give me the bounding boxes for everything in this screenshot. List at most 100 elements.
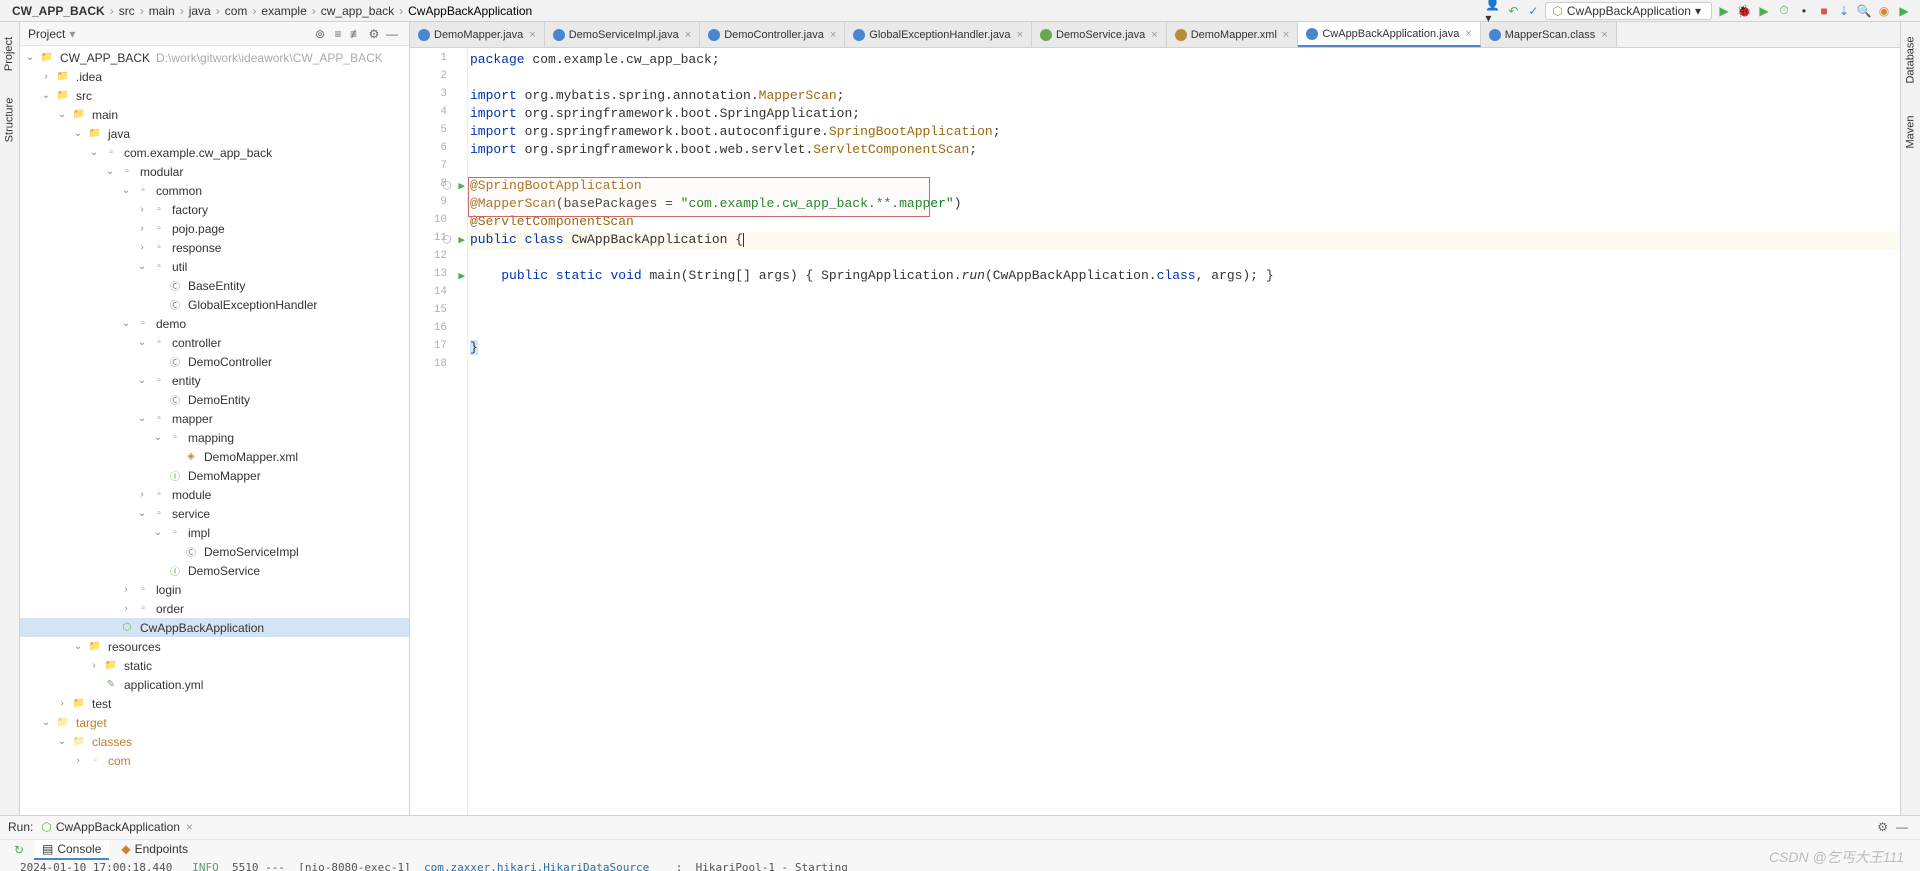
- editor-tab-demomapper-xml[interactable]: DemoMapper.xml×: [1167, 22, 1299, 47]
- chevron-down-icon[interactable]: ⌄: [120, 185, 132, 196]
- editor-tab-demoserviceimpl-java[interactable]: DemoServiceImpl.java×: [545, 22, 700, 47]
- dot-icon[interactable]: •: [1796, 3, 1812, 19]
- chevron-down-icon[interactable]: ⌄: [56, 736, 68, 747]
- tree-row-demomapper-xml[interactable]: ◈DemoMapper.xml: [20, 447, 409, 466]
- close-tab-icon[interactable]: ×: [1015, 29, 1023, 41]
- tree-row-entity[interactable]: ⌄▫entity: [20, 371, 409, 390]
- chevron-down-icon[interactable]: ⌄: [24, 52, 36, 63]
- tree-row-factory[interactable]: ›▫factory: [20, 200, 409, 219]
- tree-row-com-example-cw-app-back[interactable]: ⌄▫com.example.cw_app_back: [20, 143, 409, 162]
- close-tab-icon[interactable]: ×: [1281, 29, 1289, 41]
- chevron-right-icon[interactable]: ›: [88, 660, 100, 671]
- dropdown-icon[interactable]: ▾: [65, 27, 75, 41]
- tree-row-util[interactable]: ⌄▫util: [20, 257, 409, 276]
- editor-tab-globalexceptionhandler-java[interactable]: GlobalExceptionHandler.java×: [845, 22, 1032, 47]
- tree-row-mapper[interactable]: ⌄▫mapper: [20, 409, 409, 428]
- tree-row-demoserviceimpl[interactable]: ⒸDemoServiceImpl: [20, 542, 409, 561]
- run-class-icon[interactable]: ⬡ ▶: [442, 233, 465, 247]
- crumb-6[interactable]: cw_app_back: [317, 4, 398, 18]
- tree-row-demoservice[interactable]: ⒾDemoService: [20, 561, 409, 580]
- crumb-0[interactable]: CW_APP_BACK: [8, 4, 109, 18]
- tree-row-main[interactable]: ⌄📁main: [20, 105, 409, 124]
- editor-tab-demomapper-java[interactable]: DemoMapper.java×: [410, 22, 545, 47]
- chevron-right-icon[interactable]: ›: [136, 489, 148, 500]
- close-tab-icon[interactable]: ×: [1599, 29, 1607, 41]
- close-tab-icon[interactable]: ×: [527, 29, 535, 41]
- editor-tab-cwappbackapplication-java[interactable]: CwAppBackApplication.java×: [1298, 22, 1480, 47]
- chevron-down-icon[interactable]: ⌄: [152, 432, 164, 443]
- run-class-icon[interactable]: ⬡ ▶: [442, 179, 465, 193]
- editor-tab-mapperscan-class[interactable]: MapperScan.class×: [1481, 22, 1617, 47]
- tool-database[interactable]: Database: [1905, 36, 1917, 83]
- search-icon[interactable]: 🔍: [1856, 3, 1872, 19]
- tree-row-common[interactable]: ⌄▫common: [20, 181, 409, 200]
- chevron-down-icon[interactable]: ⌄: [136, 413, 148, 424]
- tree-row-demomapper[interactable]: ⒾDemoMapper: [20, 466, 409, 485]
- chevron-right-icon[interactable]: ›: [136, 223, 148, 234]
- crumb-4[interactable]: com: [221, 4, 252, 18]
- tree-row-test[interactable]: ›📁test: [20, 694, 409, 713]
- run-icon[interactable]: ▶: [1716, 3, 1732, 19]
- tree-row-democontroller[interactable]: ⒸDemoController: [20, 352, 409, 371]
- close-tab-icon[interactable]: ×: [828, 29, 836, 41]
- debug-icon[interactable]: 🐞: [1736, 3, 1752, 19]
- stop-icon[interactable]: ■: [1816, 3, 1832, 19]
- refresh-icon[interactable]: ◉: [1876, 3, 1892, 19]
- chevron-down-icon[interactable]: ⌄: [136, 261, 148, 272]
- editor-tab-demoservice-java[interactable]: DemoService.java×: [1032, 22, 1167, 47]
- chevron-right-icon[interactable]: ›: [40, 71, 52, 82]
- chevron-down-icon[interactable]: ⌄: [72, 128, 84, 139]
- tree-row-mapping[interactable]: ⌄▫mapping: [20, 428, 409, 447]
- tool-project[interactable]: Project: [4, 37, 16, 71]
- tree-row-target[interactable]: ⌄📁target: [20, 713, 409, 732]
- tree-row-static[interactable]: ›📁static: [20, 656, 409, 675]
- crumb-3[interactable]: java: [185, 4, 215, 18]
- tree-row-service[interactable]: ⌄▫service: [20, 504, 409, 523]
- code-area[interactable]: package com.example.cw_app_back;import o…: [468, 48, 1900, 815]
- tree-row-impl[interactable]: ⌄▫impl: [20, 523, 409, 542]
- expand-icon[interactable]: ≡: [329, 25, 347, 43]
- tree-row-cwappbackapplication[interactable]: ⬡CwAppBackApplication: [20, 618, 409, 637]
- tool-maven[interactable]: Maven: [1905, 115, 1917, 148]
- run-config-selector[interactable]: ⬡ CwAppBackApplication ▾: [1545, 2, 1712, 20]
- chevron-down-icon[interactable]: ⌄: [40, 90, 52, 101]
- tree-row-classes[interactable]: ⌄📁classes: [20, 732, 409, 751]
- close-tab-icon[interactable]: ×: [1463, 28, 1471, 40]
- tab-console[interactable]: ▤ Console: [34, 840, 109, 860]
- tree-row-demo[interactable]: ⌄▫demo: [20, 314, 409, 333]
- close-tab-icon[interactable]: ×: [1149, 29, 1157, 41]
- tab-endpoints[interactable]: ◆ Endpoints: [113, 840, 196, 860]
- chevron-down-icon[interactable]: ⌄: [56, 109, 68, 120]
- tree-row-resources[interactable]: ⌄📁resources: [20, 637, 409, 656]
- gear-icon[interactable]: ⚙: [365, 25, 383, 43]
- crumb-7[interactable]: CwAppBackApplication: [404, 4, 536, 18]
- tree-row-pojo-page[interactable]: ›▫pojo.page: [20, 219, 409, 238]
- chevron-down-icon[interactable]: ⌄: [72, 641, 84, 652]
- check-icon[interactable]: ✓: [1525, 3, 1541, 19]
- tree-row-java[interactable]: ⌄📁java: [20, 124, 409, 143]
- tree-row-order[interactable]: ›▫order: [20, 599, 409, 618]
- coverage-icon[interactable]: ▶: [1756, 3, 1772, 19]
- close-tab-icon[interactable]: ×: [683, 29, 691, 41]
- tool-structure[interactable]: Structure: [4, 98, 16, 143]
- editor-tab-democontroller-java[interactable]: DemoController.java×: [700, 22, 845, 47]
- chevron-down-icon[interactable]: ⌄: [40, 717, 52, 728]
- hide-icon[interactable]: —: [383, 25, 401, 43]
- rerun-icon[interactable]: ↻: [14, 843, 24, 857]
- tree-row-login[interactable]: ›▫login: [20, 580, 409, 599]
- tree-row-src[interactable]: ⌄📁src: [20, 86, 409, 105]
- tree-row-application-yml[interactable]: ✎application.yml: [20, 675, 409, 694]
- chevron-down-icon[interactable]: ⌄: [120, 318, 132, 329]
- tree-row--idea[interactable]: ›📁.idea: [20, 67, 409, 86]
- vcs-icon[interactable]: ⇣: [1836, 3, 1852, 19]
- chevron-right-icon[interactable]: ›: [120, 584, 132, 595]
- console-output[interactable]: 2024-01-10 17:00:18.440 INFO 5510 --- [n…: [0, 861, 1920, 871]
- profile-icon[interactable]: ⏱: [1776, 3, 1792, 19]
- tree-row-modular[interactable]: ⌄▫modular: [20, 162, 409, 181]
- tree-row-globalexceptionhandler[interactable]: ⒸGlobalExceptionHandler: [20, 295, 409, 314]
- tree-row-com[interactable]: ›▫com: [20, 751, 409, 770]
- chevron-down-icon[interactable]: ⌄: [104, 166, 116, 177]
- hide-icon[interactable]: —: [1892, 820, 1912, 834]
- chevron-right-icon[interactable]: ›: [136, 204, 148, 215]
- last-play-icon[interactable]: ▶: [1896, 3, 1912, 19]
